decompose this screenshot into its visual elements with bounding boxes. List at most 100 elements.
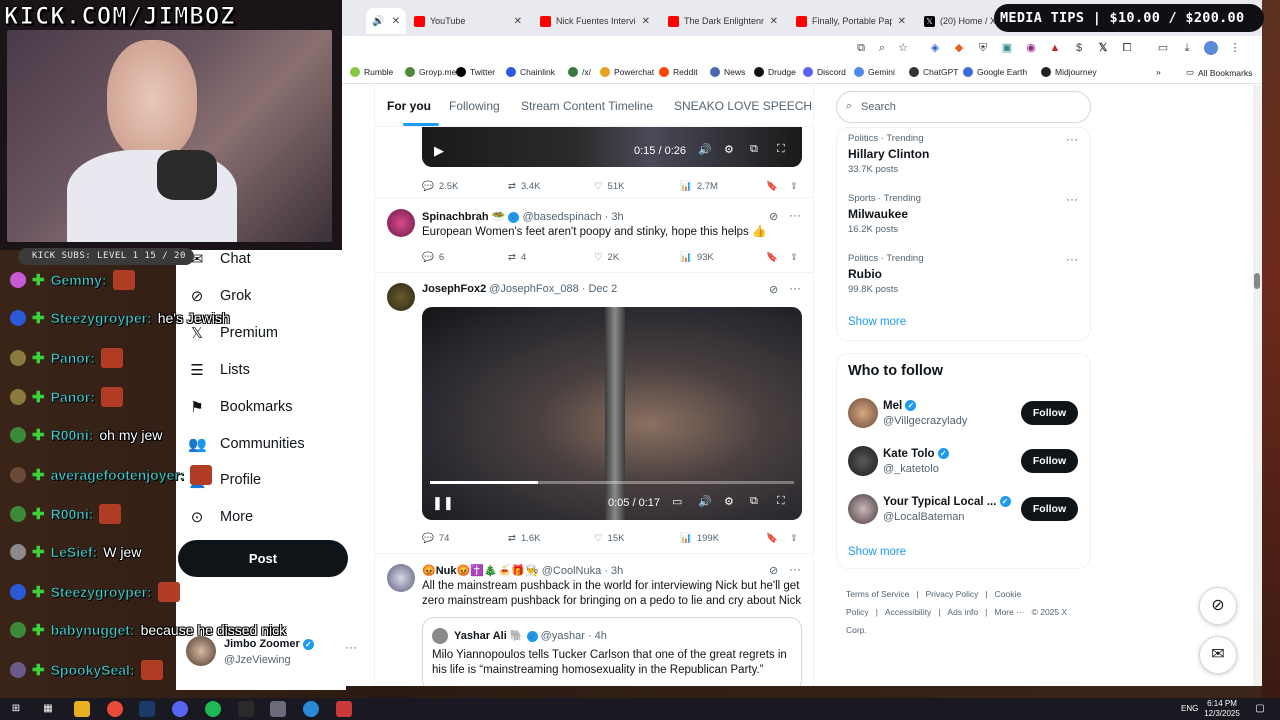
app-icon[interactable] bbox=[336, 701, 352, 717]
avatar[interactable] bbox=[848, 494, 878, 524]
avatar[interactable] bbox=[387, 283, 415, 311]
x-logo-icon[interactable]: 𝕏 bbox=[1096, 41, 1110, 55]
bookmark-item[interactable]: ChatGPT bbox=[909, 67, 958, 77]
like-button[interactable]: ♡ 2K bbox=[594, 252, 619, 263]
bookmark-button[interactable]: 🔖 bbox=[766, 181, 778, 192]
grok-icon[interactable]: ⊘ bbox=[769, 283, 778, 296]
tab-stream-content[interactable]: Stream Content Timeline bbox=[521, 99, 653, 113]
bookmark-item[interactable]: Powerchat bbox=[600, 67, 654, 77]
tab-for-you[interactable]: For you bbox=[387, 99, 431, 113]
follow-name[interactable]: Kate Tolo ✓ bbox=[883, 448, 949, 460]
app-icon[interactable] bbox=[270, 701, 286, 717]
notifications-icon[interactable]: ▢ bbox=[1252, 701, 1268, 717]
settings-icon[interactable]: ⚙ bbox=[724, 143, 734, 156]
avatar[interactable] bbox=[387, 564, 415, 592]
shield-icon[interactable]: ⛨ bbox=[976, 41, 990, 55]
views-button[interactable]: 📊 199K bbox=[680, 533, 719, 544]
tab-nick-fuentes[interactable]: Nick Fuentes Interview ✕ bbox=[534, 8, 656, 34]
chrome-icon[interactable] bbox=[107, 701, 123, 717]
bookmark-item[interactable]: Gemini bbox=[854, 67, 895, 77]
tab-dark-enlightenment[interactable]: The Dark Enlightenment ✕ bbox=[662, 8, 784, 34]
zoom-icon[interactable]: ⌕ bbox=[875, 41, 889, 55]
task-view-icon[interactable]: ▦ bbox=[40, 701, 56, 717]
bookmark-item[interactable]: Drudge bbox=[754, 67, 796, 77]
footer-link[interactable]: More ··· bbox=[994, 607, 1024, 617]
extension-icon[interactable]: ▲ bbox=[1048, 41, 1062, 55]
discord-icon[interactable] bbox=[172, 701, 188, 717]
follow-handle[interactable]: @_katetolo bbox=[883, 463, 939, 475]
bookmark-item[interactable]: Rumble bbox=[350, 67, 393, 77]
more-icon[interactable]: ··· bbox=[789, 562, 801, 576]
extension-icon[interactable]: ▣ bbox=[1000, 41, 1014, 55]
app-icon[interactable] bbox=[238, 701, 254, 717]
system-clock[interactable]: 6:14 PM 12/3/2025 bbox=[1200, 698, 1244, 720]
profile-avatar-icon[interactable] bbox=[1204, 41, 1218, 55]
chevron-right-icon[interactable]: » bbox=[1156, 67, 1161, 77]
author-handle[interactable]: @JosephFox_088 · Dec 2 bbox=[489, 283, 617, 295]
views-button[interactable]: 📊 93K bbox=[680, 252, 714, 263]
close-icon[interactable]: ✕ bbox=[898, 16, 906, 27]
bookmark-item[interactable]: Chainlink bbox=[506, 67, 555, 77]
follow-handle[interactable]: @LocalBateman bbox=[883, 511, 965, 523]
app-icon[interactable] bbox=[303, 701, 319, 717]
author-name[interactable]: 😡Nuk😡✝️🎄🍝🎁👨‍🍳 bbox=[422, 565, 539, 577]
screen-cast-icon[interactable]: ⧉ bbox=[854, 41, 868, 55]
star-icon[interactable]: ☆ bbox=[896, 41, 910, 55]
windows-start-icon[interactable]: ⊞ bbox=[8, 701, 24, 717]
more-icon[interactable]: ··· bbox=[789, 281, 801, 295]
volume-icon[interactable]: 🔊 bbox=[698, 495, 712, 508]
bookmark-item[interactable]: Midjourney bbox=[1041, 67, 1097, 77]
grok-icon[interactable]: ⊘ bbox=[769, 564, 778, 577]
follow-button[interactable]: Follow bbox=[1021, 497, 1078, 521]
author-name[interactable]: Spinachbrah 🥗 bbox=[422, 211, 505, 223]
pause-icon[interactable]: ❚❚ bbox=[432, 495, 454, 511]
share-button[interactable]: ⇪ bbox=[790, 252, 798, 263]
footer-link[interactable]: Ads info bbox=[947, 607, 978, 617]
search-input[interactable]: ⌕ Search bbox=[836, 91, 1091, 123]
reply-button[interactable]: 💬 74 bbox=[422, 533, 449, 544]
like-button[interactable]: ♡ 15K bbox=[594, 533, 624, 544]
steam-icon[interactable] bbox=[139, 701, 155, 717]
all-bookmarks-button[interactable]: ▭ All Bookmarks bbox=[1186, 67, 1252, 78]
footer-link[interactable]: Privacy Policy bbox=[926, 589, 979, 599]
messages-button[interactable]: ✉ bbox=[1199, 636, 1237, 674]
more-icon[interactable]: ··· bbox=[789, 208, 801, 222]
scrollbar[interactable] bbox=[1253, 85, 1262, 686]
spotify-icon[interactable] bbox=[205, 701, 221, 717]
avatar[interactable] bbox=[848, 446, 878, 476]
tab-following[interactable]: Following bbox=[449, 99, 500, 113]
grok-button[interactable]: ⊘ bbox=[1199, 587, 1237, 625]
settings-icon[interactable]: ⚙ bbox=[724, 495, 734, 508]
more-icon[interactable]: ··· bbox=[1066, 252, 1078, 266]
tab-portable-paper[interactable]: Finally, Portable Paper ✕ bbox=[790, 8, 912, 34]
avatar[interactable] bbox=[848, 398, 878, 428]
trend-item[interactable]: Sports · Trending Milwaukee 16.2K posts bbox=[848, 193, 921, 235]
close-icon[interactable]: ✕ bbox=[642, 16, 650, 27]
trend-item[interactable]: Politics · Trending Rubio 99.8K posts bbox=[848, 253, 924, 295]
extension-icon[interactable]: ◈ bbox=[928, 41, 942, 55]
play-icon[interactable]: ▶ bbox=[434, 143, 444, 159]
sidebar-icon[interactable]: ▭ bbox=[1156, 41, 1170, 55]
more-icon[interactable]: ··· bbox=[1066, 192, 1078, 206]
fullscreen-icon[interactable]: ⛶ bbox=[777, 495, 785, 508]
footer-link[interactable]: Accessibility bbox=[885, 607, 931, 617]
bookmark-button[interactable]: 🔖 bbox=[766, 533, 778, 544]
views-button[interactable]: 📊 2.7M bbox=[680, 181, 718, 192]
author-name[interactable]: JosephFox2 bbox=[422, 283, 486, 295]
close-icon[interactable]: ✕ bbox=[514, 16, 522, 27]
reply-button[interactable]: 💬 6 bbox=[422, 252, 444, 263]
volume-icon[interactable]: 🔊 bbox=[698, 143, 712, 156]
video-player[interactable]: ❚❚ 0:05 / 0:17 ▭ 🔊 ⚙ ⧉ ⛶ bbox=[422, 307, 802, 520]
grok-icon[interactable]: ⊘ bbox=[769, 210, 778, 223]
tab-sneako[interactable]: SNEAKO LOVE SPEECH bbox=[674, 99, 812, 113]
reply-button[interactable]: 💬 2.5K bbox=[422, 181, 458, 192]
bookmark-item[interactable]: Discord bbox=[803, 67, 846, 77]
repost-button[interactable]: ⇄ 3.4K bbox=[508, 181, 541, 192]
extension-icon[interactable]: ◉ bbox=[1024, 41, 1038, 55]
share-button[interactable]: ⇪ bbox=[790, 181, 798, 192]
file-explorer-icon[interactable] bbox=[74, 701, 90, 717]
follow-name[interactable]: Your Typical Local ... ✓ bbox=[883, 496, 1011, 508]
close-icon[interactable]: ✕ bbox=[392, 16, 400, 27]
bookmark-item[interactable]: News bbox=[710, 67, 745, 77]
tab-active[interactable]: 🔊 ✕ bbox=[366, 8, 406, 34]
